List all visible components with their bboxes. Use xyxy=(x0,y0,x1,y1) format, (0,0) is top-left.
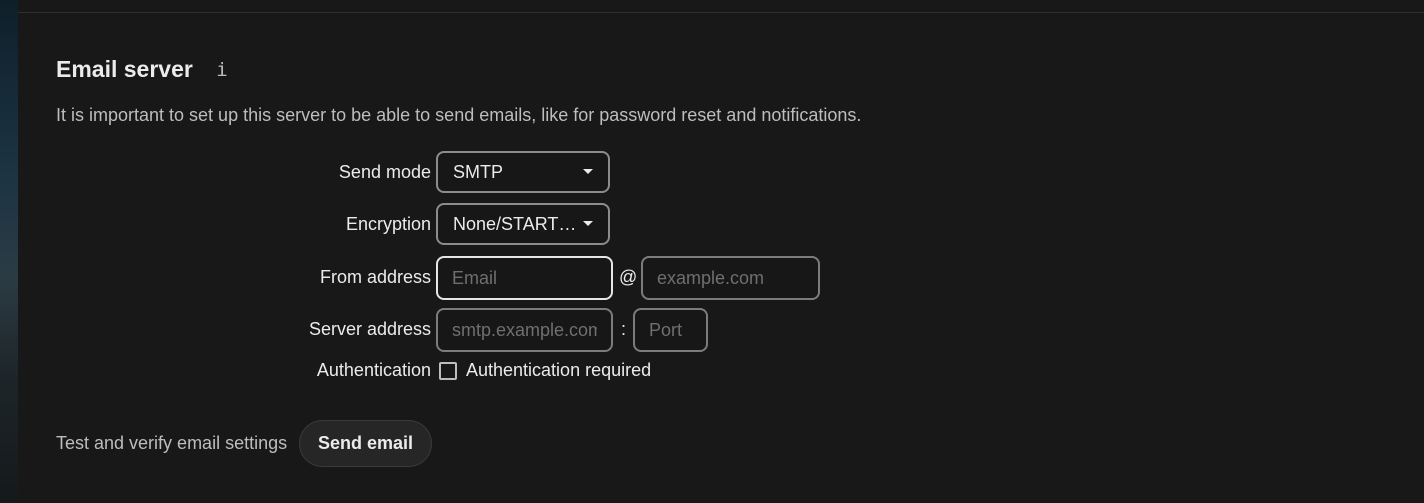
authentication-label: Authentication xyxy=(316,360,431,380)
encryption-select[interactable]: None/STARTTLS xyxy=(436,203,610,245)
send-mode-label: Send mode xyxy=(338,162,431,182)
send-email-button[interactable]: Send email xyxy=(299,420,432,467)
at-symbol: @ xyxy=(619,267,638,287)
from-address-label: From address xyxy=(319,267,431,287)
section-description: It is important to set up this server to… xyxy=(56,105,862,125)
send-mode-select[interactable]: SMTP xyxy=(436,151,610,193)
server-address-label: Server address xyxy=(308,319,431,339)
divider xyxy=(18,12,1424,13)
info-icon[interactable]: i xyxy=(214,58,230,82)
chevron-down-icon xyxy=(583,221,593,226)
background-strip xyxy=(0,0,18,503)
encryption-label: Encryption xyxy=(345,214,431,234)
encryption-value: None/STARTTLS xyxy=(453,214,577,234)
authentication-checkbox-label[interactable]: Authentication required xyxy=(466,360,651,381)
colon-separator: : xyxy=(621,319,627,339)
server-port-input[interactable] xyxy=(633,308,708,352)
send-mode-value: SMTP xyxy=(453,162,504,182)
from-email-input[interactable] xyxy=(436,256,613,300)
authentication-checkbox[interactable] xyxy=(439,362,457,380)
chevron-down-icon xyxy=(583,169,593,174)
section-title: Email server xyxy=(56,56,193,82)
email-server-panel: Email server i It is important to set up… xyxy=(18,0,1424,503)
server-host-input[interactable] xyxy=(436,308,613,352)
from-domain-input[interactable] xyxy=(641,256,820,300)
test-settings-label: Test and verify email settings xyxy=(56,433,288,453)
